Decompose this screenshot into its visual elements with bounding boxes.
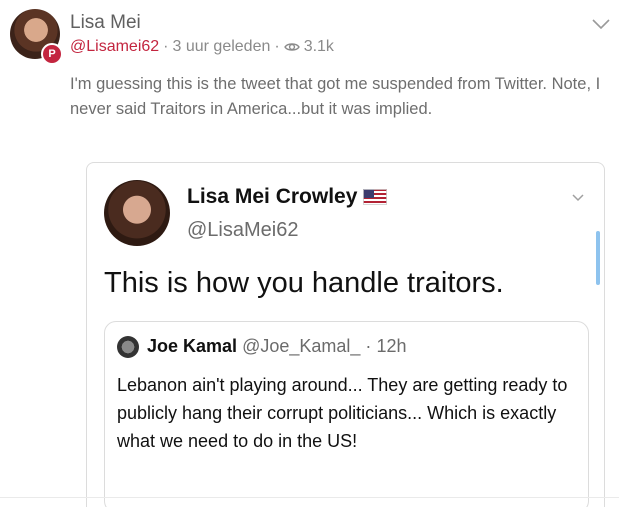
author-handle[interactable]: @Lisamei62 bbox=[70, 38, 159, 56]
quote-timestamp: 12h bbox=[376, 336, 407, 356]
embed-author-avatar[interactable] bbox=[104, 180, 170, 246]
quoted-tweet-card[interactable]: Joe Kamal @Joe_Kamal_ · 12h Lebanon ain'… bbox=[104, 321, 589, 507]
us-flag-icon bbox=[363, 189, 388, 205]
embedded-tweet-card[interactable]: Lisa Mei Crowley @LisaMei62 This is how … bbox=[86, 162, 605, 507]
chevron-down-icon[interactable] bbox=[590, 13, 612, 35]
quote-author-avatar[interactable] bbox=[117, 336, 139, 358]
divider bbox=[0, 497, 619, 498]
chevron-down-icon[interactable] bbox=[570, 189, 586, 205]
post-body: I'm guessing this is the tweet that got … bbox=[70, 75, 601, 118]
parler-logo-icon: P bbox=[41, 43, 63, 65]
embed-author-handle[interactable]: @LisaMei62 bbox=[187, 219, 298, 242]
quote-tweet-text: Lebanon ain't playing around... They are… bbox=[117, 375, 568, 451]
quote-author-name[interactable]: Joe Kamal bbox=[147, 336, 237, 356]
author-display-name[interactable]: Lisa Mei bbox=[70, 12, 141, 34]
post-meta: @Lisamei62 · 3 uur geleden · 3.1k bbox=[70, 38, 334, 56]
quote-header: Joe Kamal @Joe_Kamal_ · 12h bbox=[147, 336, 406, 357]
embed-tweet-text: This is how you handle traitors. bbox=[104, 267, 504, 299]
embed-author-name[interactable]: Lisa Mei Crowley bbox=[187, 185, 388, 209]
meta-separator: · bbox=[274, 38, 280, 55]
post-timestamp: 3 uur geleden bbox=[172, 38, 271, 55]
eye-icon bbox=[283, 43, 300, 51]
quote-author-handle[interactable]: @Joe_Kamal_ bbox=[242, 336, 360, 356]
scrollbar[interactable] bbox=[596, 231, 600, 285]
meta-separator: · bbox=[163, 38, 169, 55]
meta-separator: · bbox=[365, 336, 372, 356]
view-count: 3.1k bbox=[303, 38, 334, 55]
embed-author-name-text: Lisa Mei Crowley bbox=[187, 185, 358, 208]
